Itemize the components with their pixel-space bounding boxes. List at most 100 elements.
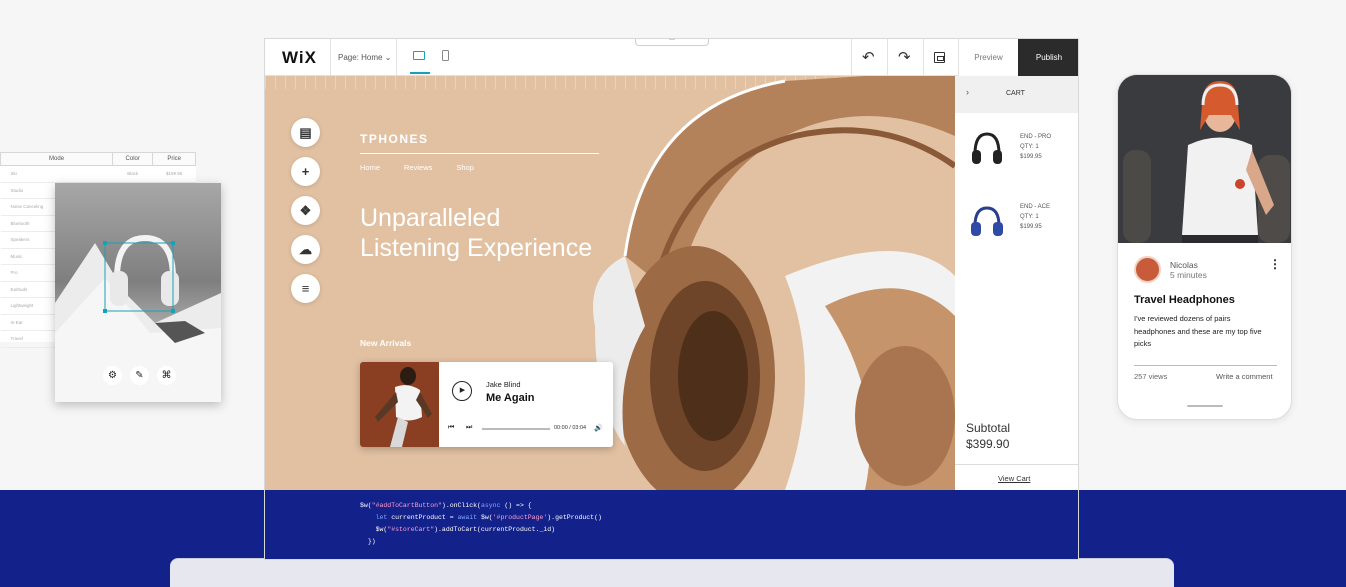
apps-icon[interactable]: ❖ [291,196,320,225]
cart-header: › CART [955,76,1078,113]
save-icon[interactable] [934,52,945,63]
cart-item-price: $199.95 [1020,154,1042,160]
song-title: Me Again [486,392,535,404]
nav-link-shop[interactable]: Shop [456,163,474,172]
drag-handle[interactable]: — [635,39,709,46]
edit-icon[interactable]: ✎ [130,366,149,385]
table-cell: $199.95 [152,165,196,183]
mobile-preview: Nicolas 5 minutes ⋮ Travel Headphones I'… [1117,74,1292,420]
subtotal-label: Subtotal [966,421,1011,435]
laptop-base [170,558,1174,587]
view-cart-link[interactable]: View Cart [998,474,1030,483]
track-time: 00:00 / 03:04 [554,425,587,431]
code-token: async [480,502,501,509]
artist-name: Jake Blind [486,380,521,389]
divider [396,39,397,76]
code-token: }) [367,538,376,545]
code-token: '#productPage' [492,514,548,521]
cart-item-qty: QTY: 1 [1020,214,1039,220]
post-title[interactable]: Travel Headphones [1134,294,1235,306]
table-cell: Ski [0,165,113,183]
cart-item-price: $199.95 [1020,224,1042,230]
section-label: New Arrivals [360,338,412,348]
add-icon[interactable]: + [291,157,320,186]
publish-button[interactable]: Publish [1018,39,1078,76]
active-view-indicator [410,72,430,74]
editor-window: WiX Page: Home ⌄ — ↶ ↷ Preview Publish ▤… [264,38,1079,560]
crop-icon[interactable]: ⌘ [157,366,176,385]
pages-icon[interactable]: ▤ [291,118,320,147]
hero-line-1: Unparalleled [360,204,501,232]
editor-toolbar: WiX Page: Home ⌄ — ↶ ↷ Preview Publish [265,39,1078,76]
divider [1134,365,1277,366]
divider [923,39,924,76]
cart-item-name: END - PRO [1020,134,1052,140]
post-time: 5 minutes [1170,270,1207,280]
code-token: ).getProduct() [547,514,602,521]
post-author[interactable]: Nicolas [1170,260,1198,270]
column-header-price: Price [152,152,196,166]
album-art [360,362,439,447]
next-track-icon[interactable]: ⏭ [466,424,472,432]
nav-link-home[interactable]: Home [360,163,380,172]
post-excerpt: I've reviewed dozens of pairs headphones… [1134,314,1262,348]
progress-bar[interactable] [482,428,550,430]
undo-icon[interactable]: ↶ [862,48,875,66]
cart-item-image [966,128,1008,170]
divider [330,39,331,76]
table-cell: Black [112,165,153,183]
view-count: 257 views [1134,372,1168,381]
code-token: "#storeCart" [387,526,435,533]
wix-logo: WiX [282,48,317,67]
cart-title: CART [1006,90,1025,97]
column-header-color: Color [112,152,154,166]
database-icon[interactable]: ≡ [291,274,320,303]
cart-item-image [966,200,1008,242]
more-options-icon[interactable]: ⋮ [1269,257,1281,271]
preview-button[interactable]: Preview [959,39,1018,76]
code-token: ).addToCart(currentProduct._id) [434,526,556,533]
code-block: $w("#addToCartButton").onClick(async () … [360,500,602,548]
home-indicator [1187,405,1223,407]
code-token: let [375,514,388,521]
post-photo [1118,75,1291,243]
code-token: () => { [500,502,532,509]
divider [955,464,1078,465]
site-canvas[interactable]: ▤ + ❖ ☁ ≡ TPHONES Home Reviews Shop Unpa… [265,76,1078,490]
cart-item-qty: QTY: 1 [1020,144,1039,150]
site-brand[interactable]: TPHONES [360,132,429,146]
code-token: currentProduct = [387,514,458,521]
code-token: $w( [360,502,372,509]
column-header-mode: Mode [0,152,114,166]
divider [851,39,852,76]
redo-icon[interactable]: ↷ [898,48,911,66]
code-token: $w( [477,514,493,521]
divider [887,39,888,76]
cart-panel: › CART END - PRO QTY: 1 $199.95 END - AC… [955,76,1078,490]
subtotal-value: $399.90 [966,437,1010,451]
code-token: "#addToCartButton" [371,502,442,509]
code-token: await [457,514,478,521]
site-nav: Home Reviews Shop [360,163,474,172]
nav-link-reviews[interactable]: Reviews [404,163,432,172]
page-selector[interactable]: Page: Home ⌄ [338,53,391,62]
author-avatar[interactable] [1134,256,1161,283]
editor-side-tools: ▤ + ❖ ☁ ≡ [291,118,320,303]
play-button[interactable]: ▶ [452,381,472,401]
write-comment-link[interactable]: Write a comment [1216,372,1273,381]
upload-icon[interactable]: ☁ [291,235,320,264]
code-token: ).onClick( [441,502,481,509]
mobile-view-icon[interactable] [442,50,449,61]
image-editor-card[interactable]: ⚙ ✎ ⌘ [55,183,221,402]
code-panel[interactable]: $w("#addToCartButton").onClick(async () … [265,490,1078,559]
cart-item-name: END - ACE [1020,204,1051,210]
settings-icon[interactable]: ⚙ [103,366,122,385]
chevron-right-icon[interactable]: › [966,87,969,97]
brand-divider [360,153,599,154]
hero-line-2: Listening Experience [360,234,593,262]
desktop-view-icon[interactable] [413,51,425,60]
code-token: $w( [375,526,388,533]
cart-item: END - PRO QTY: 1 $199.95 [1020,132,1051,162]
volume-icon[interactable]: 🔊 [594,424,603,432]
previous-track-icon[interactable]: ⏮ [448,424,454,432]
